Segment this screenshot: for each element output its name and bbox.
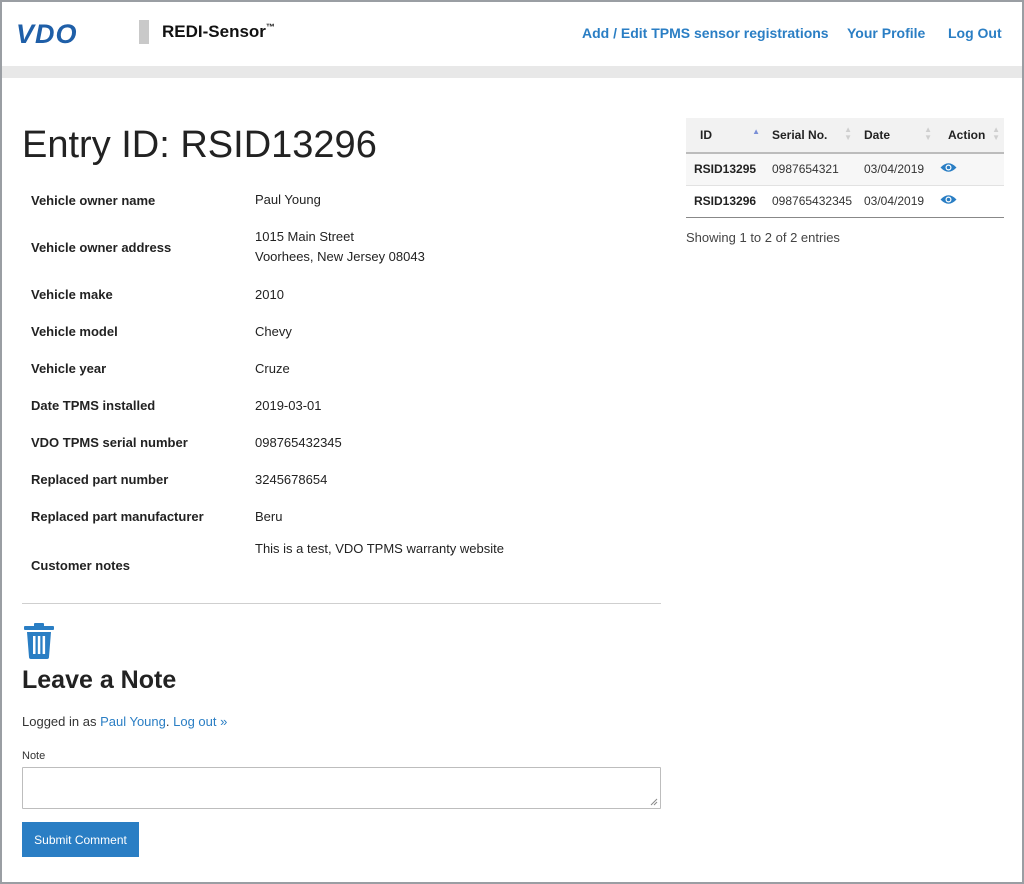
detail-label: Customer notes — [31, 557, 130, 573]
column-header-action[interactable]: Action ▲ ▼ — [936, 118, 1004, 154]
detail-row: Replaced part manufacturer Beru — [22, 498, 662, 535]
detail-value: 2019-03-01 — [255, 397, 322, 413]
table-info-text: Showing 1 to 2 of 2 entries — [686, 230, 840, 245]
detail-row: Vehicle model Chevy — [22, 313, 662, 350]
detail-row: Replaced part number 3245678654 — [22, 461, 662, 498]
detail-label: Replaced part number — [31, 472, 169, 487]
nav-add-edit-registrations[interactable]: Add / Edit TPMS sensor registrations — [582, 25, 829, 41]
detail-label: Vehicle owner address — [31, 239, 172, 255]
table-row[interactable]: RSID13296 098765432345 03/04/2019 — [686, 185, 1004, 218]
column-header-label: Action — [948, 128, 986, 142]
note-textarea[interactable] — [22, 767, 661, 809]
logged-in-status: Logged in as Paul Young. Log out » — [22, 714, 227, 729]
detail-row: Customer notes This is a test, VDO TPMS … — [22, 535, 662, 587]
logged-in-prefix: Logged in as — [22, 714, 101, 729]
site-header: VDO REDI-Sensor™ Add / Edit TPMS sensor … — [2, 2, 1022, 66]
logo-separator — [139, 20, 149, 44]
user-profile-link[interactable]: Paul Young — [100, 714, 166, 729]
detail-label: Vehicle model — [31, 324, 118, 339]
detail-value: 3245678654 — [255, 471, 328, 487]
cell-date: 03/04/2019 — [856, 153, 936, 186]
column-header-id[interactable]: ID ▲ — [686, 118, 764, 154]
cell-id: RSID13296 — [686, 185, 764, 218]
column-header-label: ID — [700, 128, 712, 142]
detail-value: 098765432345 — [255, 434, 342, 450]
detail-value: Beru — [255, 508, 283, 524]
detail-row: Vehicle owner name Paul Young — [22, 182, 662, 218]
cell-date: 03/04/2019 — [856, 185, 936, 218]
detail-value: 1015 Main Street Voorhees, New Jersey 08… — [246, 218, 662, 276]
cell-id: RSID13295 — [686, 153, 764, 186]
page-title: Entry ID: RSID13296 — [22, 124, 377, 166]
detail-label: VDO TPMS serial number — [31, 435, 188, 450]
redi-sensor-logo-text: REDI-Sensor — [162, 22, 266, 41]
detail-label: Vehicle make — [31, 287, 113, 302]
sort-icon: ▲ ▼ — [992, 125, 1000, 142]
nav-your-profile[interactable]: Your Profile — [847, 25, 925, 41]
cell-serial: 0987654321 — [764, 153, 856, 186]
resize-grip-icon[interactable] — [650, 798, 658, 806]
cell-action — [936, 185, 1004, 218]
entries-table: ID ▲ Serial No. ▲ ▼ Date ▲ ▼ Action ▲ ▼ RSID132… — [686, 118, 1004, 218]
column-header-label: Date — [864, 128, 891, 142]
detail-label: Vehicle year — [31, 361, 107, 376]
detail-value: 2010 — [255, 286, 284, 302]
redi-sensor-logo[interactable]: REDI-Sensor™ — [162, 22, 275, 42]
detail-value: This is a test, VDO TPMS warranty websit… — [255, 541, 504, 556]
cell-serial: 098765432345 — [764, 185, 856, 218]
table-header-row: ID ▲ Serial No. ▲ ▼ Date ▲ ▼ Action ▲ ▼ — [686, 118, 1004, 154]
sort-icon: ▲ ▼ — [924, 125, 932, 142]
detail-row: Date TPMS installed 2019-03-01 — [22, 387, 662, 424]
note-label: Note — [22, 750, 46, 762]
column-header-label: Serial No. — [772, 128, 828, 142]
sort-asc-icon: ▲ — [752, 127, 760, 136]
detail-label: Vehicle owner name — [31, 192, 156, 208]
detail-value: Paul Young — [255, 192, 321, 207]
logged-in-period: . — [165, 714, 170, 729]
address-line-2: Voorhees, New Jersey 08043 — [255, 249, 425, 264]
eye-icon[interactable] — [940, 194, 957, 205]
header-divider-band — [2, 66, 1022, 78]
trash-icon[interactable] — [24, 623, 54, 659]
column-header-serial[interactable]: Serial No. ▲ ▼ — [764, 118, 856, 154]
address-line-1: 1015 Main Street — [255, 229, 355, 244]
detail-value: Chevy — [255, 323, 292, 339]
detail-row: Vehicle year Cruze — [22, 350, 662, 387]
detail-value: Cruze — [255, 360, 290, 376]
nav-log-out[interactable]: Log Out — [948, 25, 1002, 41]
sort-icon: ▲ ▼ — [844, 125, 852, 142]
detail-label: Replaced part manufacturer — [31, 509, 204, 524]
leave-note-heading: Leave a Note — [22, 666, 177, 694]
note-log-out-link[interactable]: Log out » — [173, 714, 227, 729]
submit-comment-button[interactable]: Submit Comment — [22, 822, 139, 857]
entry-details-table: Vehicle owner name Paul Young Vehicle ow… — [22, 182, 662, 587]
detail-row: Vehicle owner address 1015 Main Street V… — [22, 218, 662, 276]
table-row[interactable]: RSID13295 0987654321 03/04/2019 — [686, 153, 1004, 186]
vdo-logo[interactable]: VDO — [16, 19, 78, 50]
detail-row: Vehicle make 2010 — [22, 276, 662, 313]
eye-icon[interactable] — [940, 162, 957, 173]
detail-label: Date TPMS installed — [31, 398, 156, 413]
column-header-date[interactable]: Date ▲ ▼ — [856, 118, 936, 154]
trademark-mark: ™ — [265, 22, 275, 32]
cell-action — [936, 153, 1004, 186]
section-divider — [22, 603, 661, 604]
detail-row: VDO TPMS serial number 098765432345 — [22, 424, 662, 461]
